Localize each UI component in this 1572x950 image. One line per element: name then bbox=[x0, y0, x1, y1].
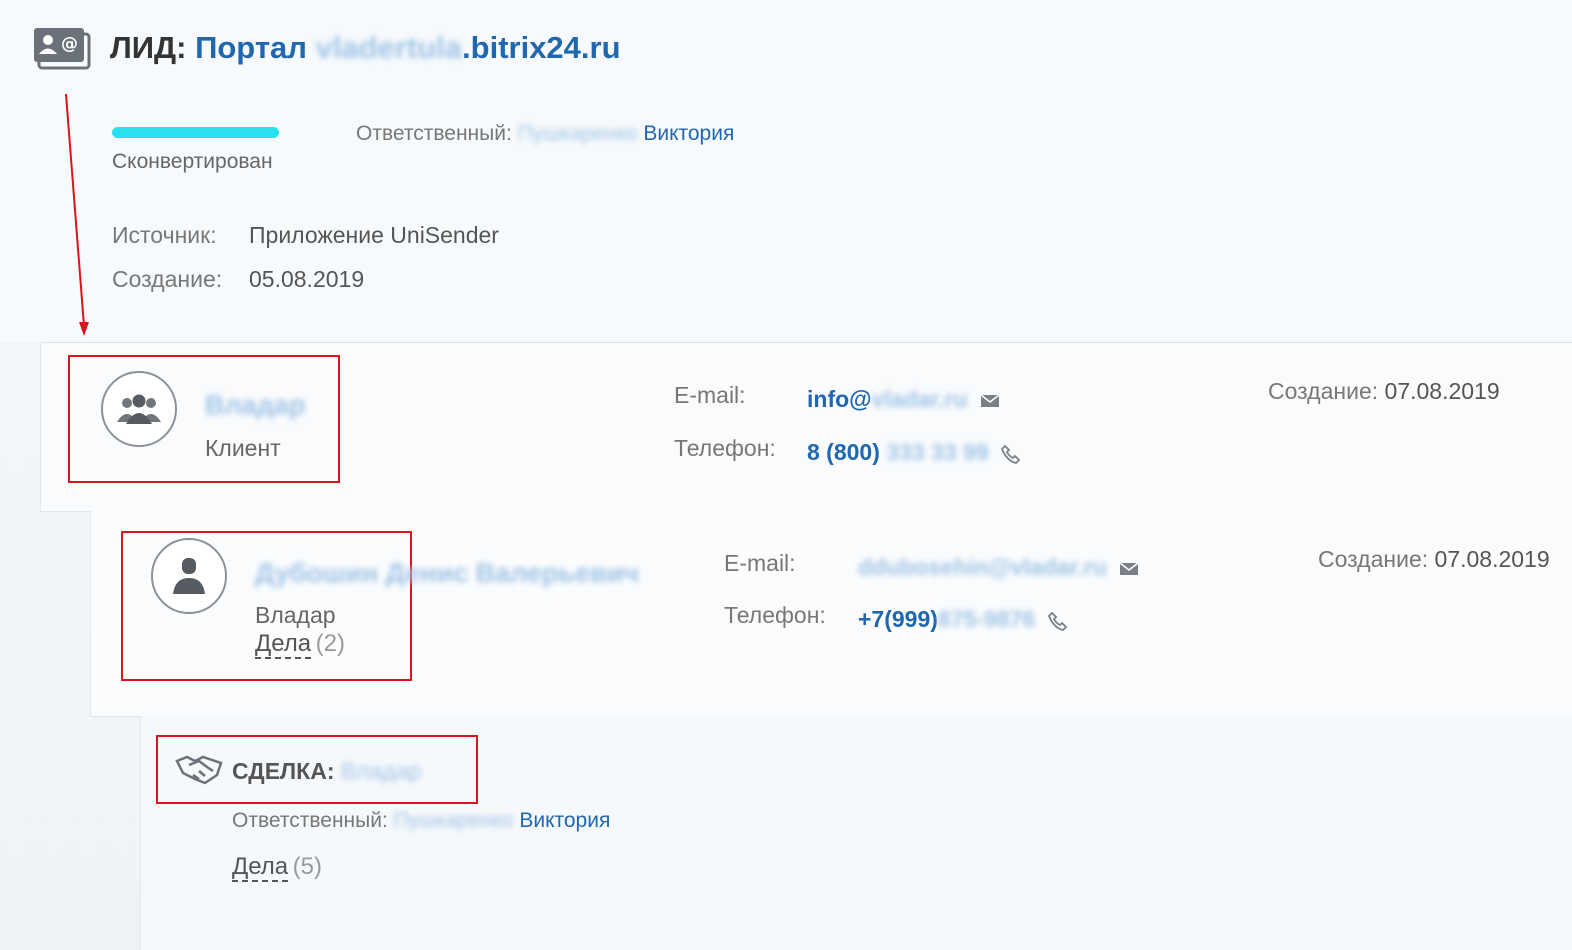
client-email-label: E-mail: bbox=[674, 382, 746, 408]
contact-created-label: Создание: bbox=[1318, 546, 1429, 572]
svg-text:@: @ bbox=[61, 34, 78, 54]
deal-responsible-label: Ответственный: bbox=[232, 809, 388, 832]
envelope-icon bbox=[980, 394, 1000, 407]
client-phone-label: Телефон: bbox=[674, 435, 776, 461]
deal-responsible: Ответственный: Пушкаренко Виктория bbox=[232, 809, 610, 833]
company-avatar bbox=[101, 371, 177, 447]
lead-title-link[interactable]: Портал vladertula.bitrix24.ru bbox=[195, 30, 620, 65]
lead-status: Сконвертирован bbox=[112, 150, 273, 173]
annotation-arrow bbox=[65, 93, 89, 336]
source-value: Приложение UniSender bbox=[249, 222, 499, 248]
lead-title-blurred: vladertula bbox=[315, 30, 463, 65]
phone-icon bbox=[1000, 444, 1021, 464]
group-icon bbox=[117, 394, 161, 424]
created-label: Создание: bbox=[112, 266, 223, 292]
client-phone-blurred: 333 33 99 bbox=[886, 439, 989, 465]
lead-contact-card-icon: @ bbox=[33, 26, 91, 70]
lead-title-domain: .bitrix24.ru bbox=[462, 30, 621, 65]
source-label: Источник: bbox=[112, 222, 217, 248]
lead-title: ЛИД: Портал vladertula.bitrix24.ru bbox=[110, 30, 621, 66]
client-created-label: Создание: bbox=[1268, 378, 1379, 404]
responsible-link[interactable]: Пушкаренко Виктория bbox=[518, 122, 735, 145]
deal-tasks[interactable]: Дела (5) bbox=[232, 853, 322, 882]
contact-company: Владар bbox=[255, 602, 336, 628]
status-progress-bar bbox=[112, 127, 279, 138]
deal-responsible-name: Виктория bbox=[519, 809, 611, 832]
contact-email[interactable]: ddubosehin@vladar.ru bbox=[858, 554, 1139, 581]
person-icon bbox=[173, 558, 205, 594]
contact-tasks-count: (2) bbox=[315, 630, 345, 657]
deal-tasks-count: (5) bbox=[292, 853, 322, 880]
lead-prefix: ЛИД: bbox=[110, 30, 187, 65]
deal-title: СДЕЛКА: Владар bbox=[232, 758, 421, 785]
contact-created: Создание: 07.08.2019 bbox=[1318, 546, 1550, 573]
created-value: 05.08.2019 bbox=[249, 266, 365, 292]
contact-email-label: E-mail: bbox=[724, 550, 796, 576]
deal-responsible-link[interactable]: Пушкаренко Виктория bbox=[394, 809, 611, 832]
contact-tasks[interactable]: Дела (2) bbox=[255, 630, 345, 659]
lead-created-row: Создание: 05.08.2019 bbox=[112, 266, 364, 293]
responsible-name: Виктория bbox=[643, 122, 735, 145]
contact-phone-blurred: 875-9876 bbox=[937, 606, 1036, 632]
client-name[interactable]: Владар bbox=[205, 390, 305, 421]
client-created-value: 07.08.2019 bbox=[1384, 378, 1500, 404]
contact-name[interactable]: Дубошин Денис Валерьевич bbox=[255, 558, 639, 589]
client-email-start: info@ bbox=[807, 386, 872, 412]
client-type: Клиент bbox=[205, 435, 281, 461]
client-email[interactable]: info@vladar.ru bbox=[807, 386, 1000, 413]
contact-phone-label: Телефон: bbox=[724, 602, 826, 628]
deal-prefix: СДЕЛКА: bbox=[232, 758, 335, 784]
responsible-label: Ответственный: bbox=[356, 122, 512, 145]
deal-name[interactable]: Владар bbox=[341, 758, 422, 784]
responsible-surname: Пушкаренко bbox=[517, 122, 638, 145]
client-email-blurred: vladar.ru bbox=[871, 386, 968, 412]
lead-responsible: Ответственный: Пушкаренко Виктория bbox=[356, 122, 734, 146]
client-created: Создание: 07.08.2019 bbox=[1268, 378, 1500, 405]
handshake-icon bbox=[175, 753, 223, 790]
contact-created-value: 07.08.2019 bbox=[1434, 546, 1550, 572]
contact-email-blurred: ddubosehin@vladar.ru bbox=[858, 554, 1107, 580]
contact-avatar bbox=[151, 538, 227, 614]
contact-phone[interactable]: +7(999)875-9876 bbox=[858, 606, 1068, 633]
deal-responsible-surname: Пушкаренко bbox=[393, 809, 514, 832]
envelope-icon bbox=[1119, 562, 1139, 575]
client-phone-start: 8 (800) bbox=[807, 439, 880, 465]
deal-tasks-label[interactable]: Дела bbox=[232, 853, 289, 882]
contact-tasks-label[interactable]: Дела bbox=[255, 630, 312, 659]
lead-source-row: Источник: Приложение UniSender bbox=[112, 222, 499, 249]
lead-title-start: Портал bbox=[195, 30, 307, 65]
client-phone[interactable]: 8 (800) 333 33 99 bbox=[807, 439, 1021, 466]
phone-icon bbox=[1047, 611, 1067, 631]
contact-phone-start: +7(999) bbox=[858, 606, 938, 632]
